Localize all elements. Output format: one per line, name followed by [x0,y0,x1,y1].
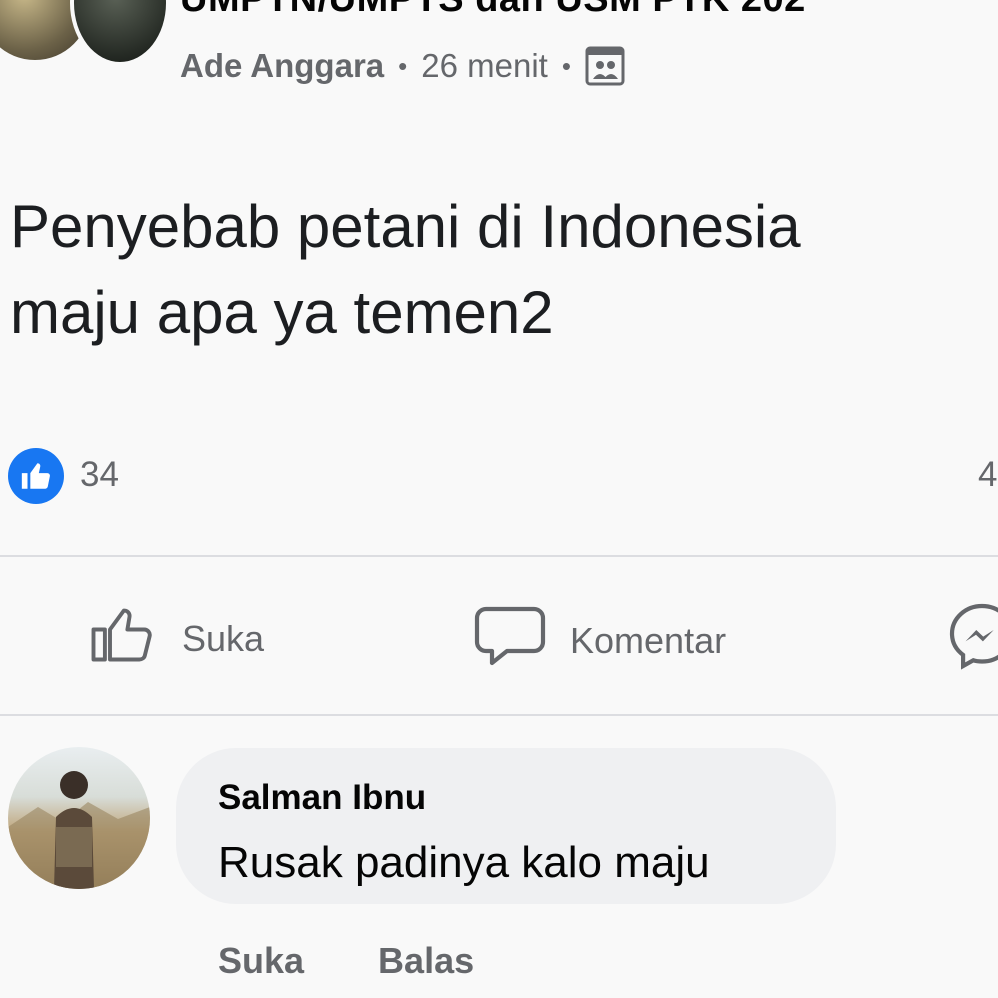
like-button[interactable]: Suka [86,598,264,679]
comment-reply-button[interactable]: Balas [378,940,474,982]
commenter-avatar[interactable] [8,747,150,889]
comment-text: Rusak padinya kalo maju [218,838,710,887]
group-title[interactable]: UMPTN/UMPTS dan USM PTK 202 [180,0,806,21]
comment-actions: Suka Balas [218,940,474,982]
comment-button[interactable]: Komentar [474,602,726,679]
messenger-icon [946,600,998,681]
comment-count[interactable]: 4 [978,455,997,495]
post-time[interactable]: 26 menit [421,47,548,85]
comment-like-button[interactable]: Suka [218,940,304,982]
author-avatar[interactable] [70,0,170,66]
comment-icon [474,602,546,679]
group-icon [585,46,625,86]
thumbs-up-icon [86,598,158,679]
separator-dot: • [561,50,571,81]
divider [0,555,998,557]
like-count[interactable]: 34 [80,455,119,495]
messenger-send-button[interactable] [946,600,998,681]
divider [0,714,998,716]
post-text: Penyebab petani di Indonesia maju apa ya… [10,193,801,346]
like-icon[interactable] [8,448,64,504]
separator-dot: • [398,50,408,81]
commenter-name[interactable]: Salman Ibnu [218,778,426,818]
comment-label: Komentar [570,619,727,661]
author-name[interactable]: Ade Anggara [180,47,384,85]
like-label: Suka [182,617,265,659]
post-meta: Ade Anggara • 26 menit • [180,46,625,86]
